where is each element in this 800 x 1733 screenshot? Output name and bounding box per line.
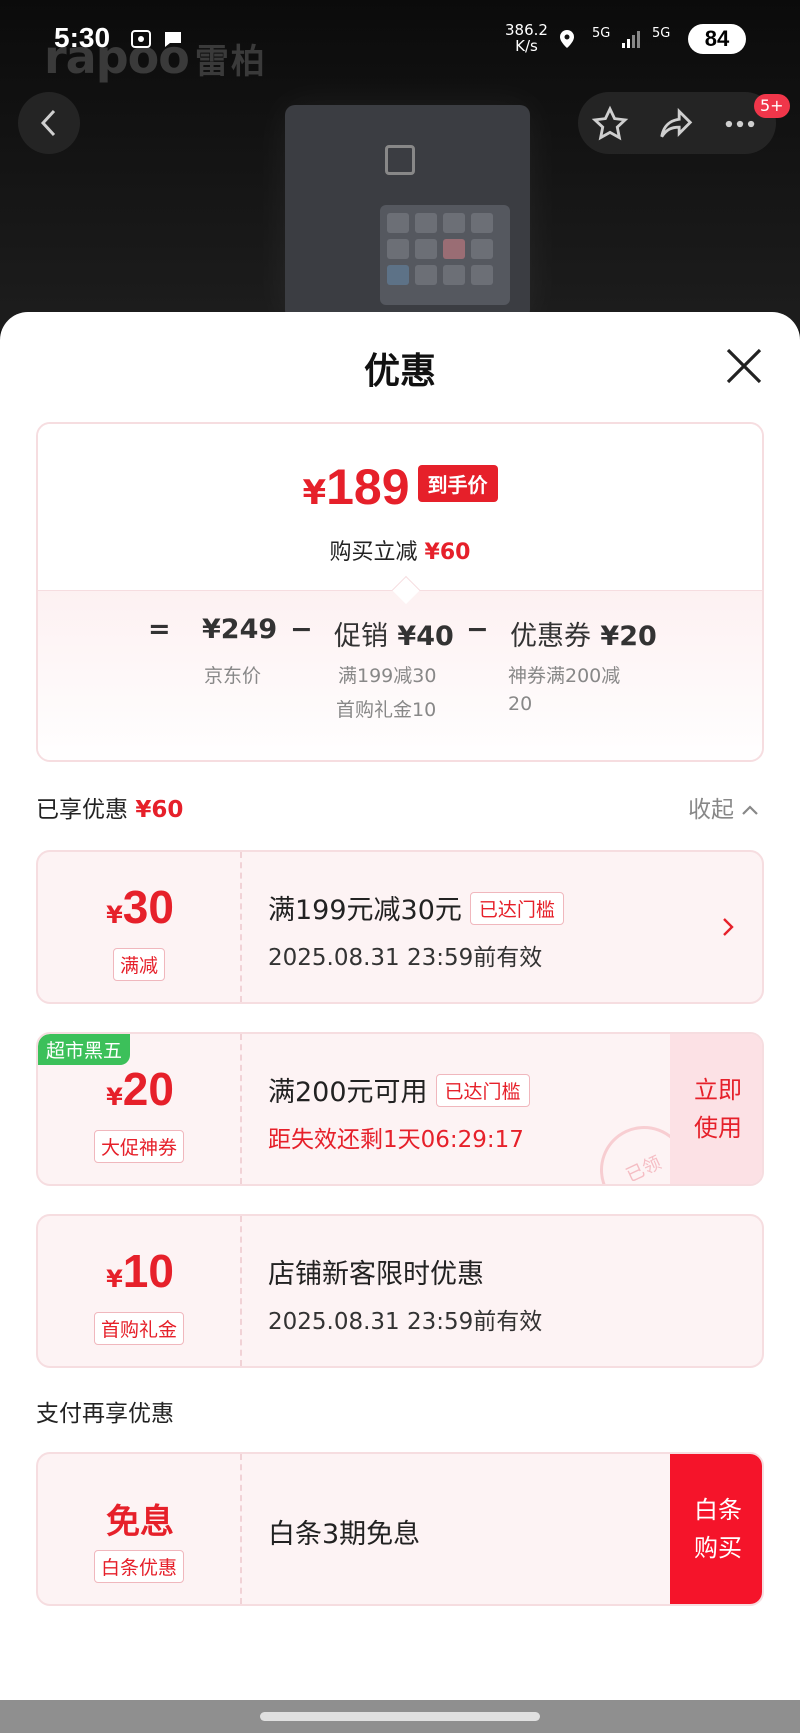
coupon-status: 已达门槛 (435, 1074, 530, 1107)
location-icon (560, 30, 574, 48)
coupon-detail-2: 20 (508, 693, 533, 715)
coupon-validity: 2025.08.31 23:59前有效 (268, 1309, 543, 1335)
back-button[interactable] (18, 92, 80, 154)
coupon-title: 店铺新客限时优惠 (268, 1259, 484, 1290)
discount-sheet: 优惠 ¥189 到手价 购买立减 ¥60 = ¥249 − 促销 ¥40 − 优惠… (0, 312, 800, 1733)
coupon-type: 大促神券 (93, 1130, 185, 1163)
coupon-amount: ¥20 (106, 1063, 174, 1115)
coupon-title: 满199元减30元 已达门槛 (268, 888, 564, 927)
screenshot-icon (131, 30, 151, 48)
signal-5g-2: 5G (652, 26, 671, 41)
collapse-button[interactable]: 收起 (688, 790, 759, 824)
chevron-right-icon[interactable] (718, 914, 738, 940)
header-actions (578, 92, 776, 154)
signal-bars-icon (622, 31, 640, 48)
equals-sign: = (148, 614, 171, 645)
signal-5g-1: 5G (592, 26, 611, 41)
coupon-amount: ¥10 (106, 1245, 174, 1297)
coupon-card-1[interactable]: ¥30 满减 满199元减30元 已达门槛 2025.08.31 23:59前有效 (36, 850, 764, 1004)
chevron-left-icon (40, 109, 56, 137)
more-icon (725, 120, 755, 128)
coupon-type: 满减 (112, 948, 166, 981)
sheet-title: 优惠 (363, 351, 436, 392)
coupon-countdown: 距失效还剩1天06:29:17 (268, 1127, 524, 1153)
enjoyed-discount-heading: 已享优惠 ¥60 (36, 797, 184, 823)
minus-sign-2: − (466, 614, 489, 645)
final-price-tag: 到手价 (417, 465, 498, 502)
promo-detail-1: 满199减30 (338, 665, 437, 687)
share-icon (660, 107, 693, 138)
home-indicator[interactable] (260, 1712, 540, 1721)
pay-card-title: 白条3期免息 (268, 1519, 421, 1550)
favorite-button[interactable] (590, 104, 630, 144)
message-icon (165, 32, 181, 47)
pay-card-type: 白条优惠 (93, 1550, 185, 1583)
use-now-button[interactable]: 立即 使用 (670, 1034, 762, 1184)
final-price: ¥189 到手价 (38, 458, 762, 516)
coupon-title: 满200元可用 已达门槛 (268, 1070, 530, 1109)
coupon-validity: 2025.08.31 23:59前有效 (268, 945, 543, 971)
coupon-card-2[interactable]: ¥20 大促神券 超市黑五 满200元可用 已达门槛 距失效还剩1天06:29:1… (36, 1032, 764, 1186)
coupon-card-3[interactable]: ¥10 首购礼金 店铺新客限时优惠 2025.08.31 23:59前有效 (36, 1214, 764, 1368)
jd-price-label: 京东价 (204, 665, 262, 687)
battery-indicator: 84 (688, 24, 746, 54)
coupon-type: 首购礼金 (93, 1312, 185, 1345)
chevron-up-icon (742, 805, 759, 815)
star-icon (591, 105, 629, 141)
close-icon[interactable] (722, 344, 766, 388)
status-time: 5:30 (54, 22, 111, 53)
coupon-status: 已达门槛 (469, 892, 564, 925)
baitiao-buy-button[interactable]: 白条 购买 (670, 1454, 762, 1604)
keyboard-product-image (285, 105, 530, 320)
coupon-detail-1: 神券满200减 (508, 665, 621, 687)
coupon-amount: 优惠券 ¥20 (510, 621, 657, 652)
pay-card-amount: 免息 (106, 1502, 174, 1542)
promo-amount: 促销 ¥40 (334, 621, 454, 652)
price-summary: ¥189 到手价 购买立减 ¥60 = ¥249 − 促销 ¥40 − 优惠券 ¥… (36, 422, 764, 762)
saving-line: 购买立减 ¥60 (329, 540, 471, 565)
pay-card[interactable]: 免息 白条优惠 白条3期免息 白条 购买 (36, 1452, 764, 1606)
net-speed: 386.2 K/s (505, 21, 548, 55)
promo-detail-2: 首购礼金10 (336, 699, 437, 721)
jd-price: ¥249 (202, 614, 278, 645)
pay-discount-heading: 支付再享优惠 (36, 1401, 174, 1427)
status-bar: 5:30 386.2 K/s 5G 5G 84 (0, 0, 800, 80)
coupon-amount: ¥30 (106, 881, 174, 933)
minus-sign-1: − (290, 614, 313, 645)
share-button[interactable] (656, 104, 696, 144)
coupon-ribbon: 超市黑五 (38, 1034, 131, 1065)
notification-badge: 5+ (754, 94, 790, 118)
